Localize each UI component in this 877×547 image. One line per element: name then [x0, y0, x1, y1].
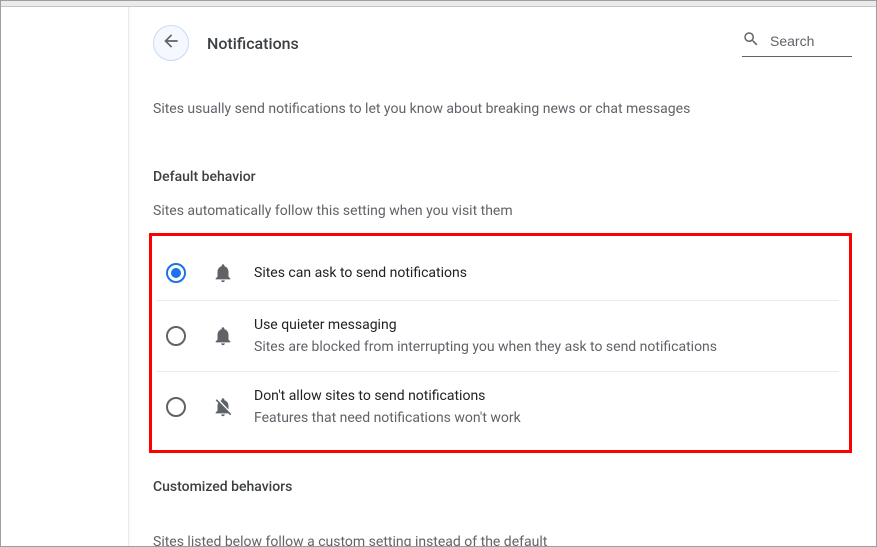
default-behavior-sub: Sites automatically follow this setting … [153, 203, 852, 219]
arrow-back-icon [161, 31, 181, 55]
back-button[interactable] [153, 25, 189, 61]
radio-dont-allow[interactable] [166, 397, 186, 417]
customized-behaviors-heading: Customized behaviors [153, 479, 852, 495]
search-field[interactable] [742, 30, 852, 57]
radio-sites-can-ask[interactable] [166, 263, 186, 283]
radio-quieter-messaging[interactable] [166, 326, 186, 346]
settings-main: Notifications Sites usually send notific… [129, 7, 876, 546]
sidebar-gutter [1, 7, 129, 546]
option-label: Sites can ask to send notifications [254, 265, 467, 281]
intro-text: Sites usually send notifications to let … [153, 101, 852, 117]
page-header: Notifications [153, 25, 852, 61]
default-behavior-heading: Default behavior [153, 169, 852, 185]
search-icon [742, 30, 770, 52]
option-label: Use quieter messaging [254, 317, 717, 333]
bell-icon [212, 262, 234, 284]
option-label: Don't allow sites to send notifications [254, 388, 521, 404]
page-title: Notifications [207, 34, 299, 53]
option-sites-can-ask[interactable]: Sites can ask to send notifications [156, 246, 839, 301]
search-input[interactable] [770, 33, 852, 49]
bell-icon [212, 325, 234, 347]
default-behavior-options-highlight: Sites can ask to send notifications Use … [149, 233, 852, 453]
customized-behaviors-sub: Sites listed below follow a custom setti… [153, 534, 547, 546]
option-desc: Sites are blocked from interrupting you … [254, 339, 717, 355]
option-dont-allow[interactable]: Don't allow sites to send notifications … [156, 372, 839, 432]
option-quieter-messaging[interactable]: Use quieter messaging Sites are blocked … [156, 301, 839, 372]
bell-off-icon [212, 396, 234, 418]
option-desc: Features that need notifications won't w… [254, 410, 521, 426]
